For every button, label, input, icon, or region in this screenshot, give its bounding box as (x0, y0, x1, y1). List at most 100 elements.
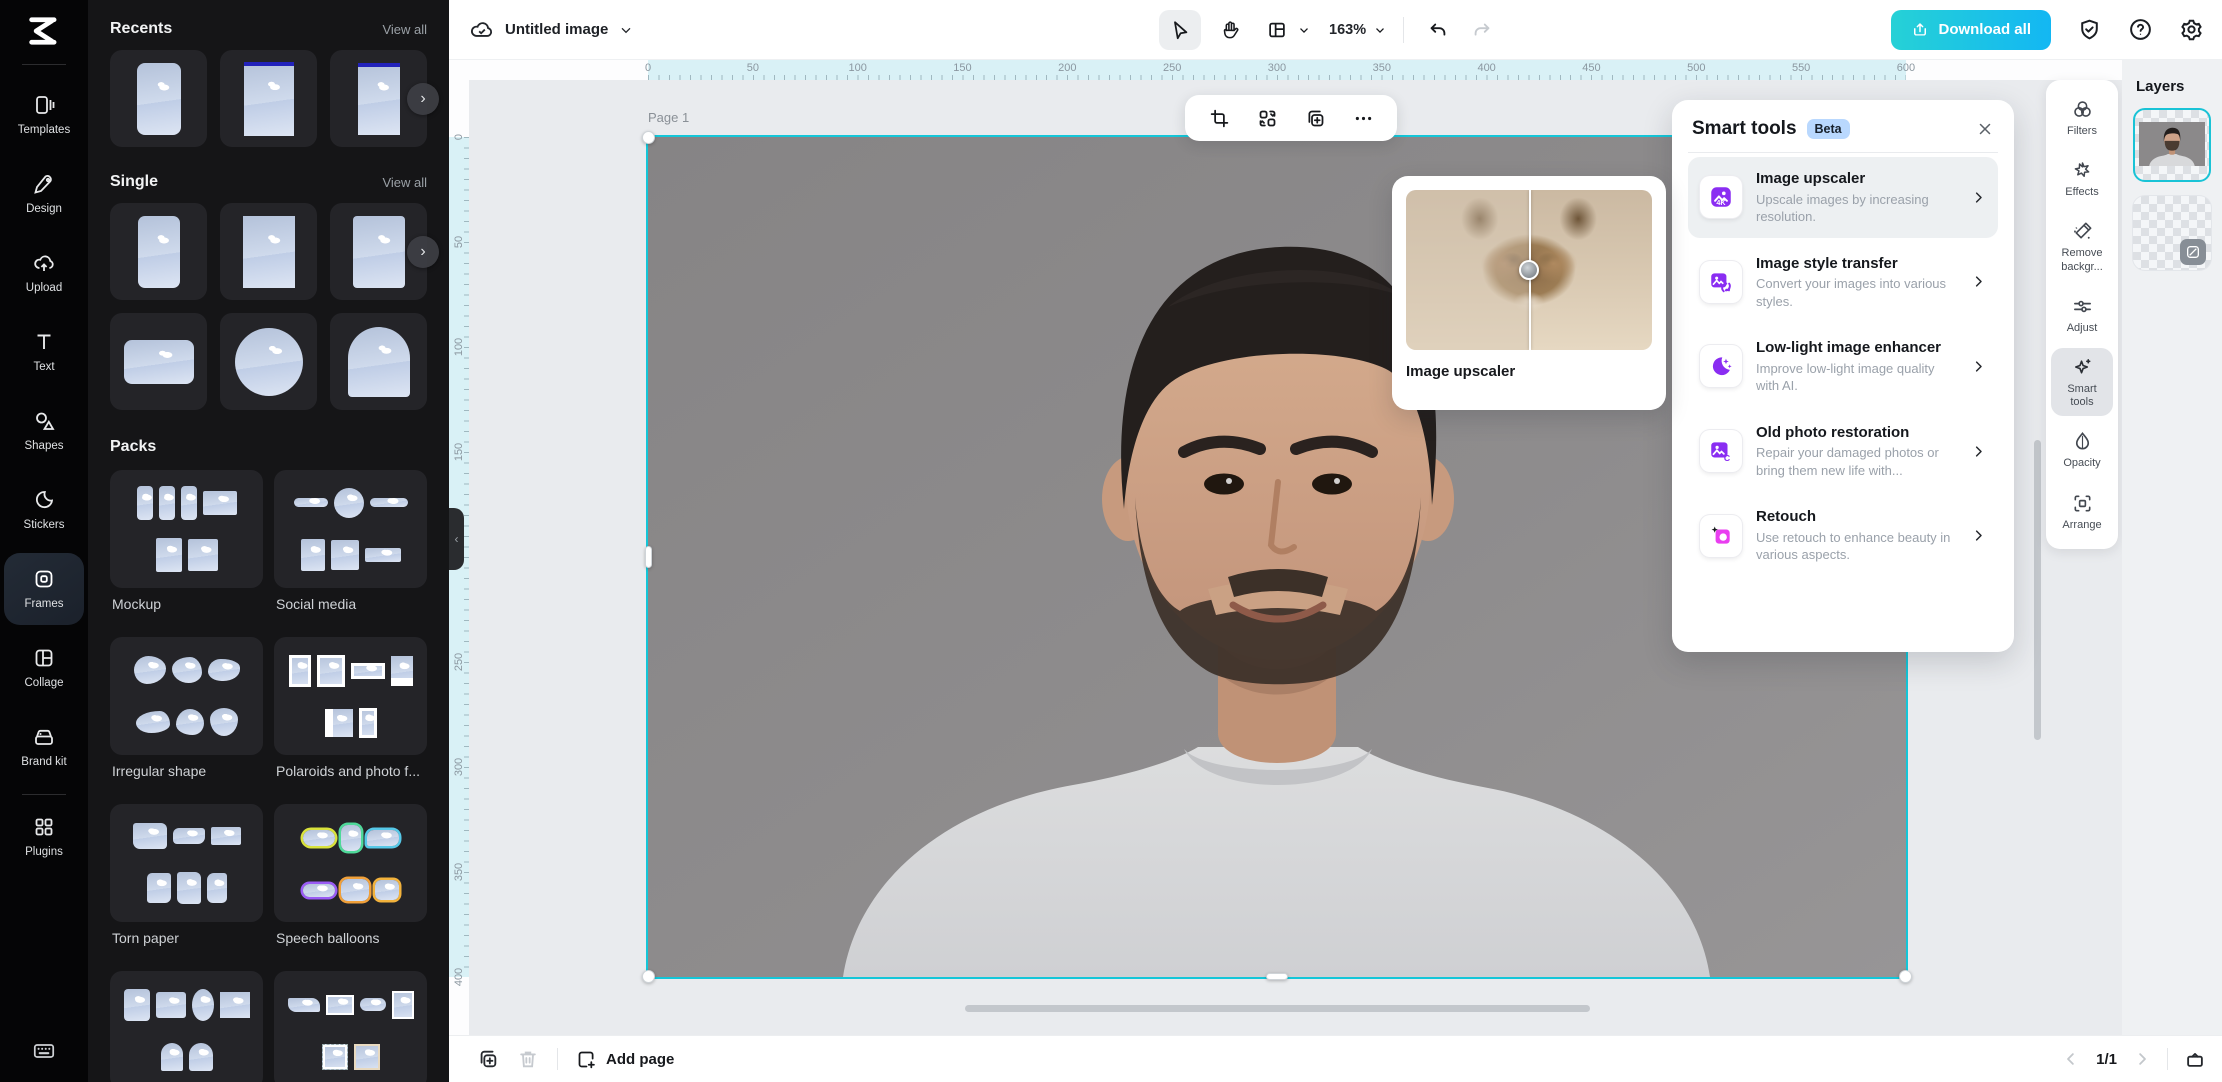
layers-title: Layers (2136, 78, 2222, 95)
help-icon[interactable] (2128, 17, 2153, 42)
sidebar-item-templates[interactable]: Templates (4, 79, 84, 151)
pack-mockup[interactable]: Mockup (110, 470, 263, 626)
add-page-button[interactable]: Add page (576, 1049, 674, 1070)
tool-smart-tools[interactable]: Smart tools (2051, 348, 2113, 416)
ruler-label: 500 (1687, 62, 1705, 74)
tool-remove-background[interactable]: Remove backgr... (2051, 212, 2113, 280)
ruler-label: 400 (1477, 62, 1495, 74)
smart-tool-image-upscaler[interactable]: 4K Image upscaler Upscale images by incr… (1688, 157, 1998, 238)
tool-arrange[interactable]: Arrange (2051, 484, 2113, 539)
smart-tool-retouch[interactable]: Retouch Use retouch to enhance beauty in… (1688, 495, 1998, 576)
selection-toolbar (1185, 95, 1397, 141)
chevron-right-icon (1971, 359, 1986, 374)
select-tool-button[interactable] (1159, 10, 1201, 50)
tool-filters[interactable]: Filters (2051, 90, 2113, 145)
settings-gear-icon[interactable] (2179, 17, 2204, 42)
sidebar-item-upload[interactable]: Upload (4, 237, 84, 309)
right-tools-rail: Filters Effects Remove backgr... Adjust … (2046, 80, 2118, 549)
sidebar-item-stickers[interactable]: Stickers (4, 474, 84, 546)
single-frame-tile[interactable] (220, 313, 317, 410)
tool-adjust[interactable]: Adjust (2051, 287, 2113, 342)
capcut-logo-icon[interactable] (26, 14, 62, 48)
recent-frame-tile[interactable] (110, 50, 207, 147)
remove-background-icon (2071, 220, 2094, 243)
sidebar-label: Frames (25, 597, 64, 611)
recent-frame-tile[interactable] (220, 50, 317, 147)
ruler-label: 150 (953, 62, 971, 74)
delete-page-button[interactable] (517, 1048, 539, 1070)
pack-label: Irregular shape (112, 763, 263, 779)
hand-tool-button[interactable] (1209, 10, 1251, 50)
rail-divider (22, 64, 66, 65)
title-chevron-down-icon[interactable] (618, 22, 634, 38)
tool-opacity[interactable]: Opacity (2051, 422, 2113, 477)
selection-handle-top-left[interactable] (642, 131, 655, 144)
text-icon (32, 330, 56, 354)
horizontal-scrollbar[interactable] (965, 1005, 1590, 1012)
page-label[interactable]: Page 1 (648, 110, 689, 125)
selection-handle-bottom-right[interactable] (1899, 970, 1912, 983)
sidebar-item-plugins[interactable]: Plugins (4, 807, 84, 867)
pack-irregular-shape[interactable]: Irregular shape (110, 637, 263, 793)
zoom-level-button[interactable]: 163% (1329, 22, 1387, 38)
panel-collapse-tab[interactable]: ‹ (449, 508, 464, 570)
upload-icon (32, 251, 56, 275)
single-next-button[interactable]: › (407, 236, 439, 268)
layout-tool-button[interactable] (1259, 10, 1311, 50)
selection-handle-left-middle[interactable] (645, 546, 652, 568)
sidebar-label: Design (26, 202, 62, 216)
canvas-workspace: 050100150200250300350400450500550600 050… (449, 60, 2122, 1035)
pack-torn-paper[interactable]: Torn paper (110, 804, 263, 960)
preview-card-label: Image upscaler (1406, 363, 1652, 380)
undo-button[interactable] (1420, 10, 1456, 50)
fit-view-button[interactable] (2184, 1048, 2206, 1070)
recents-view-all-link[interactable]: View all (382, 22, 427, 37)
close-icon[interactable] (1976, 120, 1994, 138)
image-upscaler-preview-card[interactable]: Image upscaler (1392, 176, 1666, 410)
single-frame-tile[interactable] (110, 203, 207, 300)
crop-button[interactable] (1200, 99, 1238, 137)
selection-handle-bottom-middle[interactable] (1266, 973, 1288, 980)
smart-tools-panel: Smart tools Beta 4K Image upscaler Upsca… (1672, 100, 2014, 652)
document-title[interactable]: Untitled image (505, 21, 608, 38)
download-all-button[interactable]: Download all (1891, 10, 2051, 50)
pack-polaroids[interactable]: Polaroids and photo f... (274, 637, 427, 793)
smart-tool-low-light-enhancer[interactable]: Low-light image enhancer Improve low-lig… (1688, 326, 1998, 407)
pack-speech-balloons[interactable]: Speech balloons (274, 804, 427, 960)
next-page-button[interactable] (2133, 1050, 2151, 1068)
pack-partial[interactable] (110, 971, 263, 1082)
smart-tool-old-photo-restoration[interactable]: C Old photo restoration Repair your dama… (1688, 411, 1998, 492)
single-frame-tile[interactable] (110, 313, 207, 410)
vertical-scrollbar[interactable] (2034, 440, 2041, 740)
single-view-all-link[interactable]: View all (382, 175, 427, 190)
layer-thumbnail-background[interactable] (2133, 196, 2211, 270)
tool-effects[interactable]: Effects (2051, 151, 2113, 206)
smart-tool-image-style-transfer[interactable]: Image style transfer Convert your images… (1688, 242, 1998, 323)
single-frame-tile[interactable] (220, 203, 317, 300)
recents-next-button[interactable]: › (407, 83, 439, 115)
sidebar-item-collage[interactable]: Collage (4, 632, 84, 704)
sidebar-item-frames[interactable]: Frames (4, 553, 84, 625)
sidebar-item-text[interactable]: Text (4, 316, 84, 388)
safety-shield-icon[interactable] (2077, 17, 2102, 42)
chevron-right-icon (1971, 528, 1986, 543)
more-options-button[interactable] (1344, 99, 1382, 137)
redo-button[interactable] (1464, 10, 1500, 50)
duplicate-page-button[interactable] (477, 1048, 499, 1070)
sidebar-item-design[interactable]: Design (4, 158, 84, 230)
compare-slider-handle[interactable] (1519, 260, 1539, 280)
redo-icon (1471, 19, 1493, 41)
sidebar-item-shapes[interactable]: Shapes (4, 395, 84, 467)
keyboard-shortcuts-icon[interactable] (31, 1038, 57, 1064)
duplicate-button[interactable] (1296, 99, 1334, 137)
cloud-save-icon (469, 17, 495, 43)
duplicate-icon (1305, 108, 1326, 129)
selection-handle-bottom-left[interactable] (642, 970, 655, 983)
replace-button[interactable] (1248, 99, 1286, 137)
layer-thumbnail-photo[interactable] (2133, 108, 2211, 182)
pack-social-media[interactable]: Social media (274, 470, 427, 626)
sidebar-item-brand-kit[interactable]: Brand kit (4, 711, 84, 783)
previous-page-button[interactable] (2062, 1050, 2080, 1068)
single-frame-tile[interactable] (330, 313, 427, 410)
pack-partial[interactable] (274, 971, 427, 1082)
